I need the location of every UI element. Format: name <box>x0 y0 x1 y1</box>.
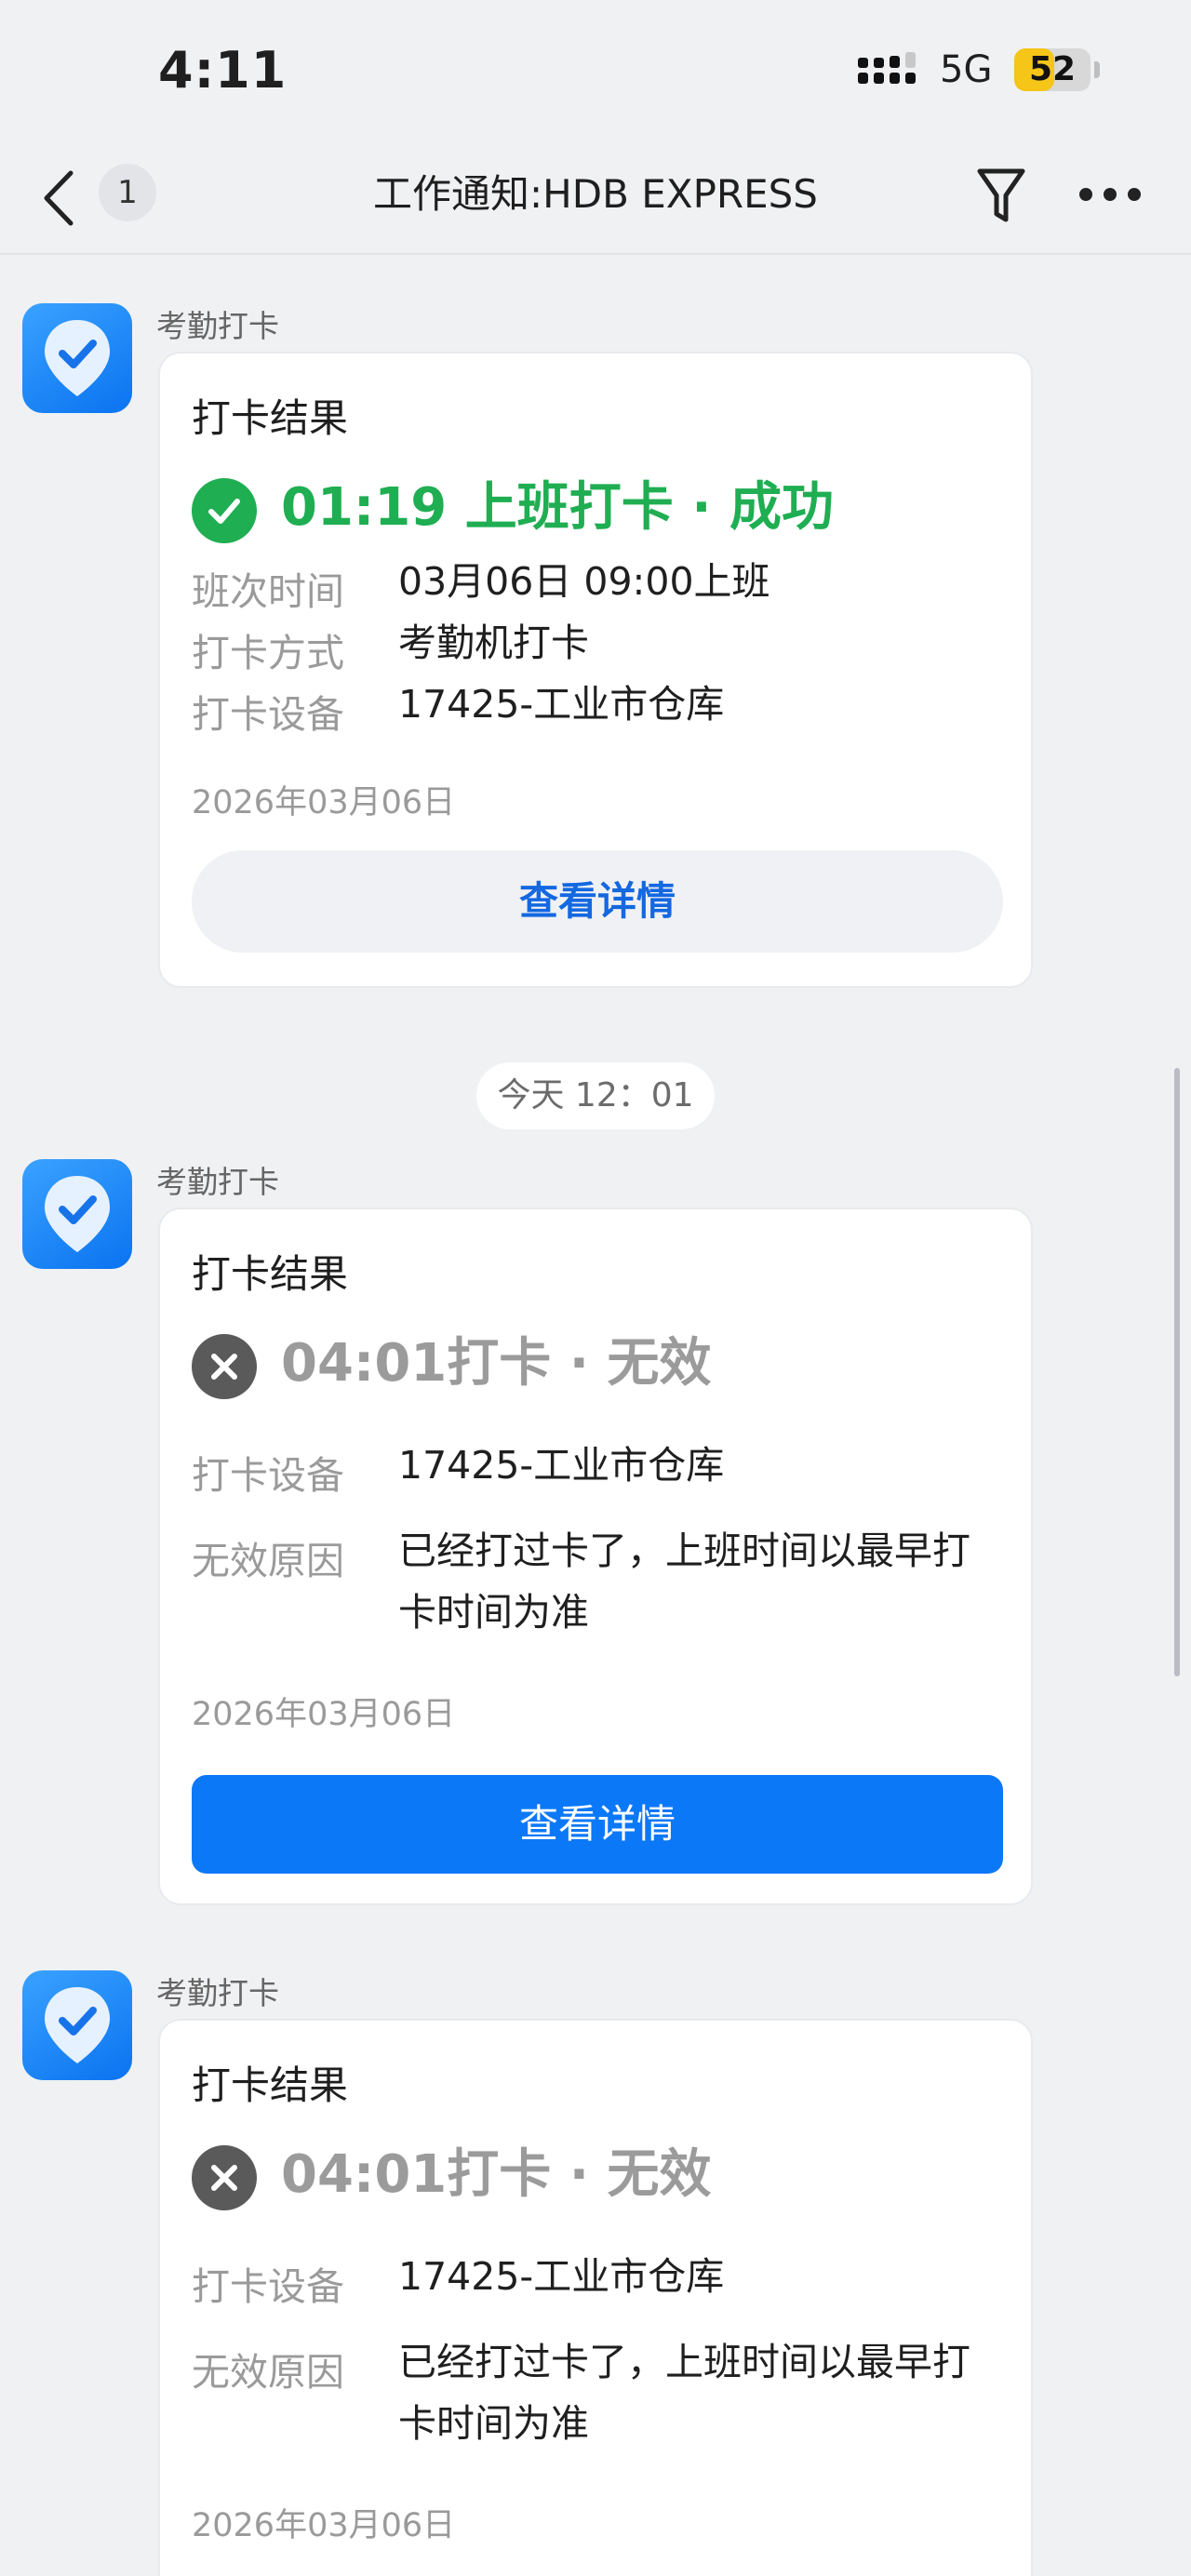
scrollbar[interactable] <box>1174 1068 1180 1676</box>
more-icon[interactable] <box>1077 184 1143 205</box>
row-value: 已经打过卡了，上班时间以最早打卡时间为准 <box>398 2340 970 2446</box>
attendance-app-avatar[interactable] <box>22 1970 132 2080</box>
time-divider: 今天 12：01 <box>476 1062 715 1129</box>
row-label: 打卡设备 <box>192 2264 344 2309</box>
screen: 4:11 5G 52 1 工作通知:HDB EXPRESS 考勤打卡 打卡结果 … <box>0 0 1191 2576</box>
location-check-icon <box>45 1176 110 1252</box>
battery-icon: 52 <box>1014 48 1091 91</box>
check-circle-icon <box>192 478 257 543</box>
sender-name: 考勤打卡 <box>156 1975 279 2011</box>
message-card: 打卡结果 01:19 上班打卡 · 成功 班次时间 03月06日 09:00上班… <box>158 352 1033 988</box>
sender-name: 考勤打卡 <box>156 308 279 344</box>
message-date: 2026年03月06日 <box>192 784 456 821</box>
row-value: 考勤机打卡 <box>398 621 589 665</box>
unread-badge[interactable]: 1 <box>99 164 156 221</box>
close-circle-icon <box>192 2145 257 2210</box>
attendance-app-avatar[interactable] <box>22 1159 132 1269</box>
row-label: 打卡方式 <box>192 631 344 675</box>
message-card: 打卡结果 04:01打卡 · 无效 打卡设备 17425-工业市仓库 无效原因 … <box>158 2019 1033 2576</box>
nav-bar: 1 工作通知:HDB EXPRESS <box>0 140 1191 255</box>
row-label: 无效原因 <box>192 2350 344 2395</box>
message-date: 2026年03月06日 <box>192 1696 456 1733</box>
status-time: 4:11 <box>158 41 288 100</box>
signal-icon <box>858 52 916 84</box>
row-label: 打卡设备 <box>192 1453 344 1498</box>
row-label: 班次时间 <box>192 569 344 614</box>
row-label: 无效原因 <box>192 1539 344 1583</box>
row-value: 已经打过卡了，上班时间以最早打卡时间为准 <box>398 1528 970 1635</box>
network-type: 5G <box>940 48 993 91</box>
attendance-app-avatar[interactable] <box>22 303 132 413</box>
close-circle-icon <box>192 1334 257 1399</box>
row-label: 打卡设备 <box>192 692 344 737</box>
result-text: 04:01打卡 · 无效 <box>281 2144 712 2205</box>
view-details-button[interactable]: 查看详情 <box>192 1775 1003 1874</box>
battery-tip <box>1094 61 1100 78</box>
location-check-icon <box>45 320 110 396</box>
card-title: 打卡结果 <box>192 2062 349 2108</box>
card-title: 打卡结果 <box>192 395 349 441</box>
row-value: 17425-工业市仓库 <box>398 2254 725 2299</box>
status-bar: 4:11 5G 52 <box>0 0 1191 140</box>
row-value: 03月06日 09:00上班 <box>398 559 770 604</box>
result-text: 04:01打卡 · 无效 <box>281 1333 712 1394</box>
sender-name: 考勤打卡 <box>156 1164 279 1200</box>
chevron-left-icon[interactable] <box>37 166 84 231</box>
battery-percent: 52 <box>1028 50 1077 88</box>
card-title: 打卡结果 <box>192 1251 349 1297</box>
result-text: 01:19 上班打卡 · 成功 <box>281 477 835 538</box>
message-date: 2026年03月06日 <box>192 2507 456 2544</box>
message-card: 打卡结果 04:01打卡 · 无效 打卡设备 17425-工业市仓库 无效原因 … <box>158 1208 1033 1905</box>
location-check-icon <box>45 1987 110 2063</box>
filter-icon[interactable] <box>975 164 1027 227</box>
row-value: 17425-工业市仓库 <box>398 682 725 727</box>
page-title: 工作通知:HDB EXPRESS <box>373 171 818 217</box>
row-value: 17425-工业市仓库 <box>398 1443 725 1488</box>
view-details-button[interactable]: 查看详情 <box>192 850 1003 953</box>
